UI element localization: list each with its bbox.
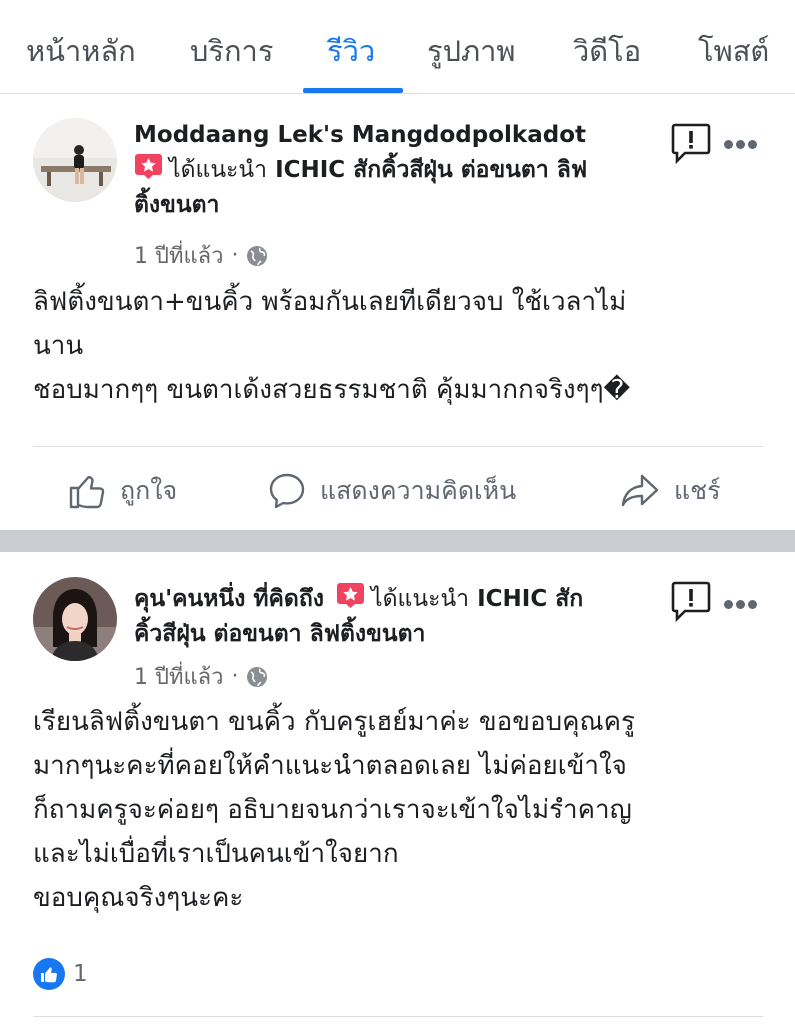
post-header: Moddaang Lek's Mangdodpolkadot ได้แนะนำ …	[134, 118, 654, 223]
tab-reviews[interactable]: รีวิว	[327, 28, 375, 74]
recommend-label: ได้แนะนำ	[169, 157, 268, 183]
tab-bar: หน้าหลัก บริการ รีวิว รูปภาพ วิดีโอ โพสต…	[0, 0, 795, 94]
author-name[interactable]: Moddaang Lek's Mangdodpolkadot	[134, 118, 654, 153]
review-post: Moddaang Lek's Mangdodpolkadot ได้แนะนำ …	[0, 94, 795, 530]
share-button[interactable]: แชร์	[620, 471, 721, 511]
post-body-line: นาน	[33, 331, 84, 361]
like-reaction-icon	[33, 958, 65, 990]
post-body-line: เรียนลิฟติ้งขนตา ขนคิ้ว กับครูเฮย์มาค่ะ …	[33, 707, 635, 737]
post-body-line: มากๆนะคะที่คอยให้คำแนะนำตลอดเลย ไม่ค่อยเ…	[33, 751, 627, 781]
post-body-line: ขอบคุณจริงๆนะคะ	[33, 883, 244, 913]
recommend-star-icon	[135, 154, 162, 179]
post-meta: 1 ปีที่แล้ว ·	[134, 659, 268, 694]
reaction-count: 1	[73, 961, 88, 987]
avatar[interactable]	[33, 118, 117, 202]
reaction-summary[interactable]: 1	[33, 958, 88, 990]
post-body-line: ก็ถามครูจะค่อยๆ อธิบายจนกว่าเราจะเข้าใจไ…	[33, 795, 632, 825]
post-time[interactable]: 1 ปีที่แล้ว	[134, 238, 223, 273]
report-icon[interactable]	[670, 580, 712, 622]
tab-services[interactable]: บริการ	[190, 28, 273, 74]
report-icon[interactable]	[670, 122, 712, 164]
comment-button[interactable]: แสดงความคิดเห็น	[268, 471, 516, 511]
post-body: เรียนลิฟติ้งขนตา ขนคิ้ว กับครูเฮย์มาค่ะ …	[33, 700, 773, 920]
share-icon	[621, 474, 659, 507]
comment-icon	[269, 473, 305, 509]
comment-label: แสดงความคิดเห็น	[320, 476, 517, 505]
post-body-line: ชอบมากๆๆ ขนตาเด้งสวยธรรมชาติ คุ้มมากกจริ…	[33, 375, 631, 405]
more-options-icon[interactable]	[724, 134, 760, 149]
like-button[interactable]: ถูกใจ	[68, 471, 177, 511]
tab-posts[interactable]: โพสต์	[698, 28, 769, 74]
tab-home[interactable]: หน้าหลัก	[26, 28, 136, 74]
business-name-cont[interactable]: ติ้งขนตา	[134, 188, 654, 223]
business-name[interactable]: ICHIC สักคิ้วสีฝุ่น ต่อขนตา ลิฟ	[275, 157, 587, 183]
post-body-line: ลิฟติ้งขนตา+ขนคิ้ว พร้อมกันเลยทีเดียวจบ …	[33, 287, 627, 317]
post-meta: 1 ปีที่แล้ว ·	[134, 238, 268, 273]
post-body-line: และไม่เบื่อที่เราเป็นคนเข้าใจยาก	[33, 839, 399, 869]
section-separator	[0, 530, 795, 552]
active-tab-indicator	[303, 88, 403, 93]
post-header: คุน'คนหนึ่ง ที่คิดถึง ได้แนะนำ ICHIC สัก…	[134, 582, 654, 652]
review-post: คุน'คนหนึ่ง ที่คิดถึง ได้แนะนำ ICHIC สัก…	[0, 552, 795, 1024]
share-label: แชร์	[674, 476, 721, 505]
globe-icon	[247, 245, 268, 266]
tab-photos[interactable]: รูปภาพ	[427, 28, 516, 74]
recommend-star-icon	[337, 583, 365, 608]
business-name-cont[interactable]: คิ้วสีฝุ่น ต่อขนตา ลิฟติ้งขนตา	[134, 617, 654, 652]
author-name[interactable]: คุน'คนหนึ่ง ที่คิดถึง	[134, 586, 324, 612]
more-options-icon[interactable]	[724, 594, 760, 609]
globe-icon	[247, 666, 268, 687]
avatar[interactable]	[33, 577, 117, 661]
tab-videos[interactable]: วิดีโอ	[573, 28, 641, 74]
post-body: ลิฟติ้งขนตา+ขนคิ้ว พร้อมกันเลยทีเดียวจบ …	[33, 280, 773, 412]
business-name[interactable]: ICHIC สัก	[477, 586, 583, 612]
divider	[33, 1016, 763, 1017]
thumbs-up-icon	[69, 476, 105, 509]
like-label: ถูกใจ	[120, 476, 178, 505]
divider	[33, 446, 763, 447]
post-time[interactable]: 1 ปีที่แล้ว	[134, 659, 223, 694]
recommend-label: ได้แนะนำ	[371, 586, 470, 612]
